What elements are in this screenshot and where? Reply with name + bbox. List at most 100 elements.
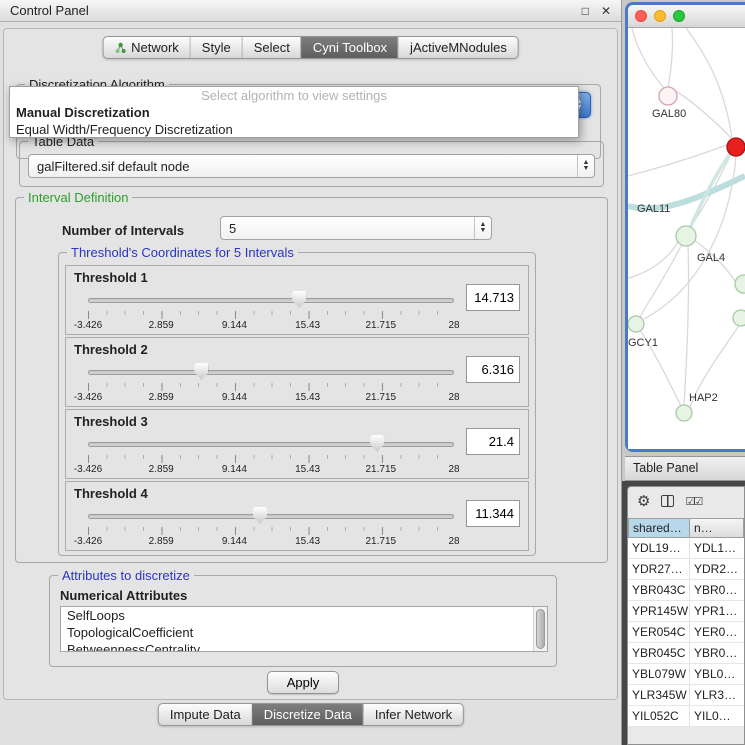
scrollbar-thumb[interactable]: [536, 609, 545, 649]
gear-icon[interactable]: ⚙: [637, 492, 650, 510]
threshold-label: Threshold 3: [74, 414, 148, 429]
scale-label: 2.859: [149, 536, 174, 547]
scale-label: 28: [448, 320, 459, 331]
slider-track[interactable]: [88, 514, 454, 519]
columns-icon[interactable]: [661, 495, 674, 507]
table-row[interactable]: YPR145WYPR1…: [628, 601, 744, 622]
table-cell[interactable]: YPR1…: [690, 601, 744, 621]
table-data-combo[interactable]: galFiltered.sif default node ▲▼: [28, 154, 595, 178]
network-graph: [628, 28, 745, 449]
tab-infer-network[interactable]: Infer Network: [363, 704, 463, 725]
slider-scale: -3.4262.8599.14415.4321.71528: [88, 392, 454, 404]
attribute-items: SelfLoopsTopologicalCoefficientBetweenne…: [61, 607, 547, 652]
table-cell[interactable]: YDL1…: [690, 538, 744, 558]
column-header[interactable]: shared…: [628, 518, 690, 538]
threshold-slider[interactable]: -3.4262.8599.14415.4321.71528: [88, 434, 454, 476]
slider-track[interactable]: [88, 442, 454, 447]
network-node-selected[interactable]: [727, 138, 745, 156]
tab-select[interactable]: Select: [242, 37, 301, 58]
attribute-item[interactable]: BetweennessCentrality: [61, 641, 547, 652]
network-node[interactable]: [628, 316, 644, 332]
attributes-group-title: Attributes to discretize: [58, 568, 194, 583]
threshold-slider[interactable]: -3.4262.8599.14415.4321.71528: [88, 506, 454, 548]
attribute-item[interactable]: SelfLoops: [61, 607, 547, 624]
tab-label: Impute Data: [170, 707, 241, 722]
list-scrollbar[interactable]: [533, 607, 547, 651]
table-row[interactable]: YBR043CYBR0…: [628, 580, 744, 601]
node-label: HAP2: [689, 392, 718, 404]
table-cell[interactable]: YPR145W: [628, 601, 690, 621]
network-canvas[interactable]: GAL80 GAL11 GAL4 GCY1 HAP2: [628, 28, 745, 449]
network-node[interactable]: [735, 275, 745, 293]
apply-button[interactable]: Apply: [267, 671, 339, 694]
table-cell[interactable]: YLR345W: [628, 685, 690, 705]
table-row[interactable]: YBL079WYBL0…: [628, 664, 744, 685]
network-node[interactable]: [659, 87, 677, 105]
network-node[interactable]: [676, 405, 692, 421]
algorithm-options: Manual DiscretizationEqual Width/Frequen…: [10, 104, 578, 138]
table-cell[interactable]: YBL079W: [628, 664, 690, 684]
tab-jactivemnodules[interactable]: jActiveMNodules: [398, 37, 518, 58]
mac-close-icon[interactable]: [635, 10, 647, 22]
table-cell[interactable]: YBR045C: [628, 643, 690, 663]
table-cell[interactable]: YBR043C: [628, 580, 690, 600]
tab-style[interactable]: Style: [190, 37, 242, 58]
scale-label: 28: [448, 464, 459, 475]
table-cell[interactable]: YBR0…: [690, 580, 744, 600]
interval-definition-group: Interval Definition Number of Intervals …: [15, 197, 608, 563]
threshold-value-field[interactable]: [466, 428, 520, 455]
tab-network[interactable]: Network: [103, 37, 190, 58]
threshold-label: Threshold 4: [74, 486, 148, 501]
table-cell[interactable]: YLR3…: [690, 685, 744, 705]
algorithm-option[interactable]: Equal Width/Frequency Discretization: [10, 121, 578, 138]
tab-discretize-data[interactable]: Discretize Data: [252, 704, 363, 725]
slider-scale: -3.4262.8599.14415.4321.71528: [88, 536, 454, 548]
column-header[interactable]: n…: [690, 518, 744, 538]
table-cell[interactable]: YBR0…: [690, 643, 744, 663]
table-row[interactable]: YLR345WYLR3…: [628, 685, 744, 706]
network-node[interactable]: [733, 310, 745, 326]
table-cell[interactable]: YIL052C: [628, 706, 690, 726]
slider-ticks: [88, 527, 454, 535]
slider-thumb[interactable]: [292, 291, 306, 308]
threshold-value-field[interactable]: [466, 356, 520, 383]
attribute-item[interactable]: TopologicalCoefficient: [61, 624, 547, 641]
threshold-slider[interactable]: -3.4262.8599.14415.4321.71528: [88, 362, 454, 404]
table-row[interactable]: YIL052CYIL0…: [628, 706, 744, 727]
combo-stepper-icon[interactable]: ▲▼: [577, 155, 594, 177]
table-row[interactable]: YDL19…YDL1…: [628, 538, 744, 559]
table-cell[interactable]: YDL19…: [628, 538, 690, 558]
table-cell[interactable]: YER054C: [628, 622, 690, 642]
node-label: GAL80: [652, 108, 686, 120]
tab-impute-data[interactable]: Impute Data: [159, 704, 252, 725]
slider-thumb[interactable]: [253, 507, 267, 524]
close-icon[interactable]: ✕: [601, 4, 611, 18]
node-label: GCY1: [628, 337, 658, 349]
table-cell[interactable]: YDR27…: [628, 559, 690, 579]
number-of-intervals-combo[interactable]: 5 ▲▼: [220, 216, 492, 240]
slider-thumb[interactable]: [194, 363, 208, 380]
float-window-icon[interactable]: □: [582, 4, 589, 18]
numerical-attributes-list[interactable]: SelfLoopsTopologicalCoefficientBetweenne…: [60, 606, 548, 652]
slider-thumb[interactable]: [370, 435, 384, 452]
threshold-slider[interactable]: -3.4262.8599.14415.4321.71528: [88, 290, 454, 332]
algorithm-dropdown: Select algorithm to view settings Manual…: [9, 86, 579, 138]
threshold-value-field[interactable]: [466, 500, 520, 527]
table-cell[interactable]: YBL0…: [690, 664, 744, 684]
mac-zoom-icon[interactable]: [673, 10, 685, 22]
tab-cyni-toolbox[interactable]: Cyni Toolbox: [301, 37, 398, 58]
network-node[interactable]: [676, 226, 696, 246]
table-cell[interactable]: YIL0…: [690, 706, 744, 726]
table-row[interactable]: YDR27…YDR2…: [628, 559, 744, 580]
table-cell[interactable]: YDR2…: [690, 559, 744, 579]
mac-minimize-icon[interactable]: [654, 10, 666, 22]
algorithm-option[interactable]: Manual Discretization: [10, 104, 578, 121]
slider-track[interactable]: [88, 370, 454, 375]
table-cell[interactable]: YER0…: [690, 622, 744, 642]
threshold-value-field[interactable]: [466, 284, 520, 311]
combo-stepper-icon[interactable]: ▲▼: [474, 217, 491, 239]
table-row[interactable]: YER054CYER0…: [628, 622, 744, 643]
table-row[interactable]: YBR045CYBR0…: [628, 643, 744, 664]
select-columns-icon[interactable]: ☑☑: [685, 495, 701, 508]
slider-track[interactable]: [88, 298, 454, 303]
